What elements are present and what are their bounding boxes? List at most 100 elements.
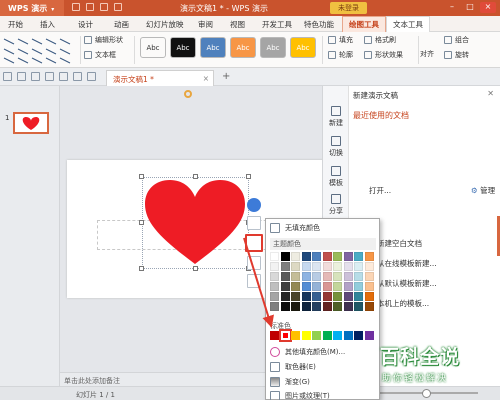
- color-swatch[interactable]: [364, 262, 374, 271]
- add-tab-icon[interactable]: +: [222, 71, 230, 82]
- standard-color-swatch[interactable]: [354, 331, 363, 340]
- shape-outline-icon[interactable]: [247, 216, 261, 230]
- color-swatch[interactable]: [301, 292, 311, 301]
- shape-style-gold[interactable]: Abc: [290, 37, 316, 58]
- color-swatch[interactable]: [322, 252, 332, 261]
- close-tab-icon[interactable]: ×: [203, 74, 209, 83]
- color-swatch[interactable]: [322, 262, 332, 271]
- tab-design[interactable]: 设计: [78, 19, 93, 30]
- standard-color-swatch[interactable]: [270, 331, 279, 340]
- tab-home[interactable]: 开始: [8, 19, 23, 30]
- open-link[interactable]: 打开...: [369, 185, 391, 196]
- color-swatch[interactable]: [291, 282, 300, 291]
- color-swatch[interactable]: [270, 262, 279, 271]
- color-swatch[interactable]: [322, 292, 332, 301]
- format-painter-button[interactable]: 格式刷: [364, 35, 403, 45]
- color-swatch[interactable]: [270, 292, 279, 301]
- print-icon[interactable]: [100, 3, 108, 11]
- tab-features[interactable]: 特色功能: [304, 19, 334, 30]
- new-blank-link[interactable]: 新建空白文档: [377, 238, 422, 249]
- task-pane-title[interactable]: 新建演示文稿: [353, 90, 398, 101]
- combine-button[interactable]: 组合: [444, 35, 469, 45]
- open-folder-icon[interactable]: [17, 72, 26, 81]
- standard-color-swatch[interactable]: [312, 331, 321, 340]
- outline-button[interactable]: 轮廓: [328, 50, 353, 60]
- standard-color-swatch[interactable]: [301, 331, 311, 340]
- color-swatch[interactable]: [343, 262, 353, 271]
- shape-style-gray[interactable]: Abc: [260, 37, 286, 58]
- open-icon[interactable]: [86, 3, 94, 11]
- color-swatch[interactable]: [333, 282, 342, 291]
- color-swatch[interactable]: [270, 252, 279, 261]
- redo-icon[interactable]: [87, 72, 96, 81]
- save-icon[interactable]: [31, 72, 40, 81]
- color-swatch[interactable]: [354, 252, 363, 261]
- color-swatch[interactable]: [291, 292, 300, 301]
- document-tab[interactable]: 演示文稿1 * ×: [106, 70, 214, 86]
- color-swatch[interactable]: [280, 272, 290, 281]
- manage-link[interactable]: 管理: [471, 185, 495, 196]
- save-icon[interactable]: [72, 3, 80, 11]
- tab-developer[interactable]: 开发工具: [262, 19, 292, 30]
- color-swatch[interactable]: [354, 272, 363, 281]
- close-icon[interactable]: ×: [480, 2, 496, 13]
- color-swatch[interactable]: [280, 282, 290, 291]
- shape-style-icon[interactable]: [247, 256, 261, 270]
- color-swatch[interactable]: [301, 272, 311, 281]
- side-tab-new[interactable]: 新建: [325, 106, 347, 128]
- color-swatch[interactable]: [280, 262, 290, 271]
- no-fill-option[interactable]: 无填充颜色: [270, 223, 320, 233]
- more-colors-option[interactable]: 其他填充颜色(M)...: [270, 347, 345, 357]
- color-swatch[interactable]: [312, 272, 321, 281]
- color-swatch[interactable]: [312, 302, 321, 311]
- color-swatch[interactable]: [301, 252, 311, 261]
- undo-icon[interactable]: [114, 3, 122, 11]
- color-swatch[interactable]: [270, 302, 279, 311]
- shape-style-blue[interactable]: Abc: [200, 37, 226, 58]
- shape-style-orange[interactable]: Abc: [230, 37, 256, 58]
- color-swatch[interactable]: [312, 292, 321, 301]
- color-swatch[interactable]: [291, 262, 300, 271]
- side-tab-switch[interactable]: 切换: [325, 136, 347, 158]
- standard-color-swatch[interactable]: [322, 331, 332, 340]
- tab-animation[interactable]: 动画: [114, 19, 129, 30]
- maximize-icon[interactable]: □: [462, 2, 478, 13]
- resize-handle[interactable]: [139, 220, 144, 225]
- color-swatch[interactable]: [364, 282, 374, 291]
- standard-color-swatch[interactable]: [278, 329, 292, 342]
- new-default-template-link[interactable]: 从默认模板新建...: [377, 278, 437, 289]
- color-swatch[interactable]: [322, 302, 332, 311]
- zoom-slider[interactable]: [378, 389, 478, 398]
- align-button[interactable]: 对齐: [420, 49, 434, 59]
- color-swatch[interactable]: [354, 262, 363, 271]
- color-swatch[interactable]: [322, 282, 332, 291]
- shape-style-black[interactable]: Abc: [170, 37, 196, 58]
- color-swatch[interactable]: [333, 292, 342, 301]
- gradient-option[interactable]: 渐变(G): [270, 377, 310, 387]
- color-swatch[interactable]: [312, 282, 321, 291]
- tab-text-tools[interactable]: 文本工具: [386, 16, 430, 33]
- color-swatch[interactable]: [312, 252, 321, 261]
- text-box-button[interactable]: 文本框: [84, 50, 123, 60]
- color-swatch[interactable]: [333, 302, 342, 311]
- rotate-handle-icon[interactable]: [184, 90, 192, 98]
- fill-button[interactable]: 填充: [328, 35, 353, 45]
- shape-gallery[interactable]: [2, 35, 78, 65]
- color-swatch[interactable]: [343, 282, 353, 291]
- login-button[interactable]: 未登录: [330, 2, 367, 14]
- standard-color-swatch[interactable]: [343, 331, 353, 340]
- close-pane-icon[interactable]: ✕: [487, 89, 494, 98]
- color-swatch[interactable]: [270, 272, 279, 281]
- slide-thumbnail[interactable]: [13, 112, 49, 134]
- rotate-button[interactable]: 旋转: [444, 50, 469, 60]
- side-tab-share[interactable]: 分享: [325, 194, 347, 216]
- side-tab-template[interactable]: 模板: [325, 166, 347, 188]
- color-swatch[interactable]: [364, 272, 374, 281]
- color-swatch[interactable]: [280, 302, 290, 311]
- color-swatch[interactable]: [301, 262, 311, 271]
- color-swatch[interactable]: [270, 282, 279, 291]
- collapse-icon[interactable]: [247, 198, 261, 212]
- tab-view[interactable]: 视图: [230, 19, 245, 30]
- color-swatch[interactable]: [343, 292, 353, 301]
- color-swatch[interactable]: [333, 272, 342, 281]
